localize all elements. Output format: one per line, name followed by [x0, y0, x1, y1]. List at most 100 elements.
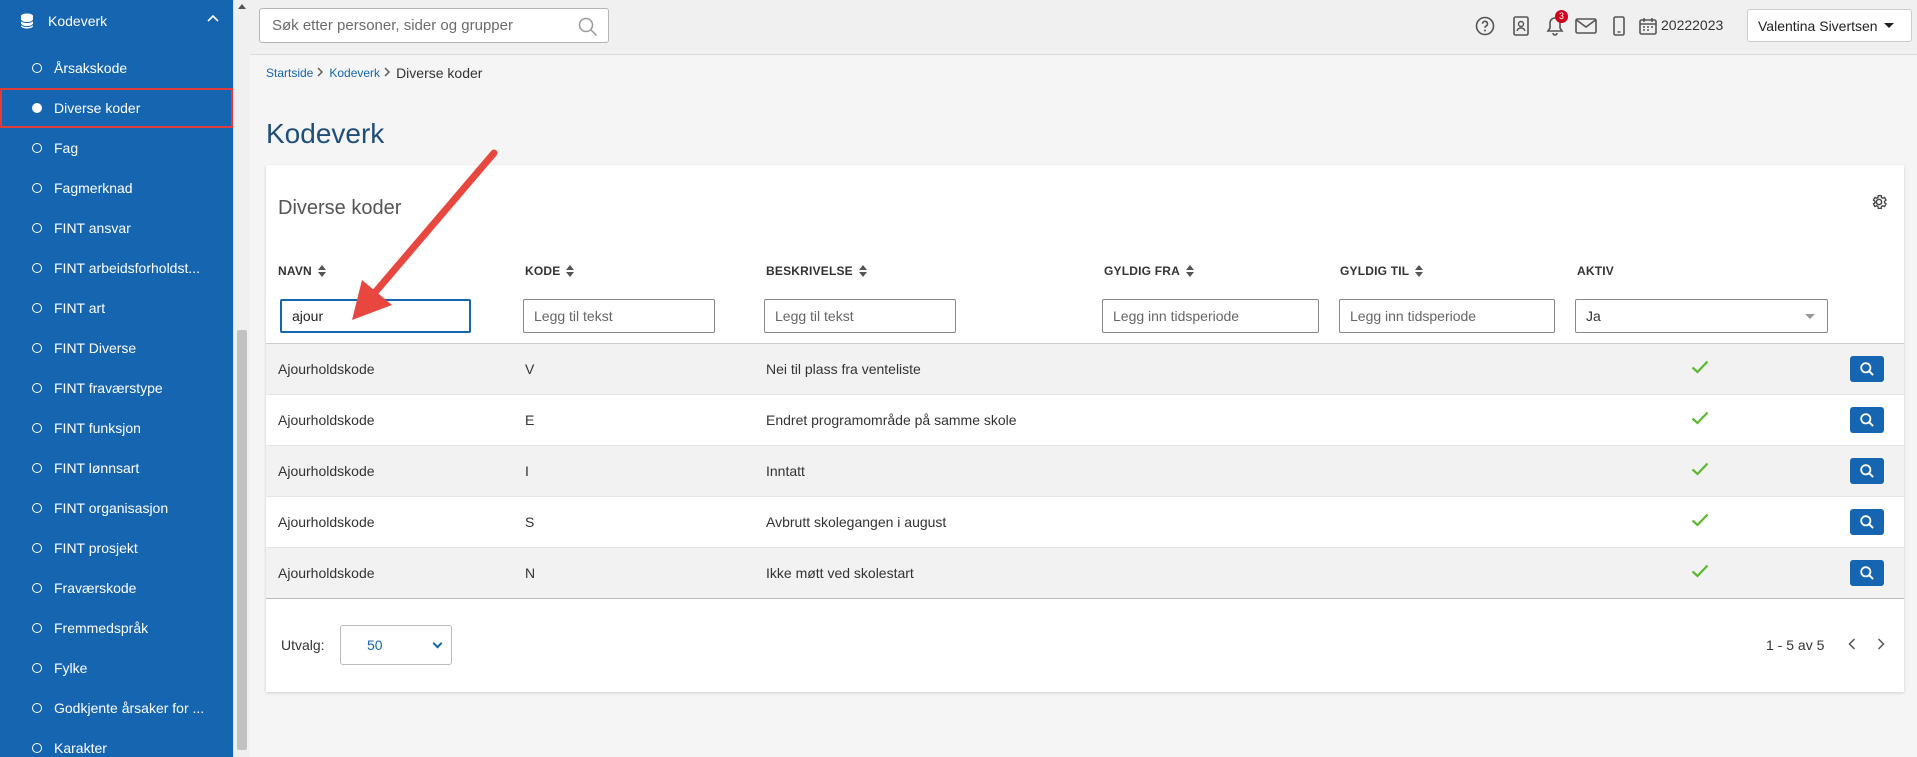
column-header-gyldig-til[interactable]: GYLDIG TIL [1340, 264, 1424, 278]
bullet-icon [32, 423, 42, 433]
sort-icon[interactable] [1186, 265, 1194, 277]
bullet-icon [32, 103, 42, 113]
view-button[interactable] [1850, 458, 1884, 484]
sidebar-item[interactable]: Fagmerknad [0, 168, 233, 208]
search-input[interactable] [272, 17, 562, 34]
view-button[interactable] [1850, 509, 1884, 535]
sidebar-item[interactable]: Karakter [0, 728, 233, 757]
sidebar-item[interactable]: Godkjente årsaker for ... [0, 688, 233, 728]
mail-icon[interactable] [1574, 14, 1598, 38]
filter-aktiv-select[interactable]: Ja [1575, 299, 1828, 333]
utvalg-label: Utvalg: [281, 637, 325, 653]
caret-down-icon [1883, 23, 1894, 28]
sidebar-item[interactable]: FINT lønnsart [0, 448, 233, 488]
page-size-select[interactable]: 50 [340, 625, 452, 665]
pager-next-button[interactable] [1872, 635, 1890, 653]
mobile-icon[interactable] [1607, 14, 1631, 38]
cell-navn: Ajourholdskode [278, 412, 375, 428]
bullet-icon [32, 183, 42, 193]
sidebar-item[interactable]: Fylke [0, 648, 233, 688]
column-header-kode[interactable]: KODE [525, 264, 575, 278]
sort-icon[interactable] [1415, 265, 1424, 277]
column-header-gyldig-fra[interactable]: GYLDIG FRA [1104, 264, 1194, 278]
check-icon [1691, 513, 1709, 527]
sort-icon[interactable] [858, 265, 867, 277]
view-button[interactable] [1850, 407, 1884, 433]
cell-navn: Ajourholdskode [278, 463, 375, 479]
calendar-icon[interactable] [1636, 14, 1660, 38]
sidebar-item[interactable]: FINT fraværstype [0, 368, 233, 408]
topbar: 3 20222023 Valentina Sivertsen [250, 0, 1917, 55]
sidebar-item-label: FINT ansvar [54, 220, 131, 236]
view-button[interactable] [1850, 560, 1884, 586]
sidebar-item[interactable]: FINT arbeidsforholdst... [0, 248, 233, 288]
filter-gyldig-fra[interactable] [1102, 299, 1319, 333]
gear-icon[interactable] [1870, 193, 1888, 211]
table-row[interactable]: Ajourholdskode S Avbrutt skolegangen i aug… [266, 497, 1904, 548]
sidebar-item[interactable]: FINT organisasjon [0, 488, 233, 528]
breadcrumb-kodeverk[interactable]: Kodeverk [329, 66, 380, 80]
chevron-right-icon [384, 66, 391, 80]
database-icon [20, 13, 34, 29]
breadcrumb-current: Diverse koder [396, 65, 483, 81]
search-icon [1860, 362, 1874, 376]
bullet-icon [32, 703, 42, 713]
sidebar-item[interactable]: Fraværskode [0, 568, 233, 608]
filter-kode-input[interactable] [534, 308, 714, 324]
table-row[interactable]: Ajourholdskode E Endret programområde på s… [266, 395, 1904, 446]
global-search[interactable] [259, 8, 609, 43]
school-year[interactable]: 20222023 [1661, 17, 1723, 33]
sidebar-item-label: FINT fraværstype [54, 380, 163, 396]
sidebar-item[interactable]: FINT art [0, 288, 233, 328]
search-icon[interactable] [578, 17, 598, 37]
sidebar-item-label: FINT arbeidsforholdst... [54, 260, 201, 276]
check-icon [1691, 564, 1709, 578]
sidebar-scrollbar[interactable] [233, 0, 250, 757]
grid-divider [266, 598, 1904, 599]
column-header-beskrivelse[interactable]: BESKRIVELSE [766, 264, 867, 278]
sidebar-item[interactable]: Diverse koder [0, 88, 233, 128]
filter-beskrivelse[interactable] [764, 299, 956, 333]
sidebar-section-header[interactable]: Kodeverk [0, 0, 233, 42]
filter-navn-input[interactable] [292, 308, 469, 324]
filter-gyldig-til[interactable] [1339, 299, 1555, 333]
cell-beskrivelse: Avbrutt skolegangen i august [766, 514, 947, 530]
pager-prev-button[interactable] [1843, 635, 1861, 653]
sidebar-item[interactable]: FINT Diverse [0, 328, 233, 368]
sort-icon[interactable] [317, 265, 326, 277]
filter-beskrivelse-input[interactable] [775, 308, 955, 324]
sidebar-item[interactable]: FINT funksjon [0, 408, 233, 448]
scrollbar-thumb[interactable] [237, 330, 247, 750]
filter-gyldig-til-input[interactable] [1350, 308, 1554, 324]
table-row[interactable]: Ajourholdskode V Nei til plass fra venteli… [266, 344, 1904, 395]
bullet-icon [32, 463, 42, 473]
user-menu-button[interactable]: Valentina Sivertsen [1747, 9, 1912, 42]
filter-navn[interactable] [280, 299, 471, 333]
sidebar-item[interactable]: Fremmedspråk [0, 608, 233, 648]
filter-gyldig-fra-input[interactable] [1113, 308, 1318, 324]
view-button[interactable] [1850, 356, 1884, 382]
table-row[interactable]: Ajourholdskode I Inntatt [266, 446, 1904, 497]
sort-icon[interactable] [566, 265, 575, 277]
breadcrumb-startside[interactable]: Startside [266, 66, 313, 80]
contacts-icon[interactable] [1509, 14, 1533, 38]
sidebar-item[interactable]: Fag [0, 128, 233, 168]
sidebar-item[interactable]: FINT prosjekt [0, 528, 233, 568]
table-row[interactable]: Ajourholdskode N Ikke møtt ved skolestart [266, 548, 1904, 599]
sidebar-item[interactable]: FINT ansvar [0, 208, 233, 248]
bullet-icon [32, 583, 42, 593]
bullet-icon [32, 263, 42, 273]
filter-kode[interactable] [523, 299, 715, 333]
sidebar-item[interactable]: Årsakskode [0, 48, 233, 88]
help-icon[interactable] [1473, 14, 1497, 38]
sidebar-item-label: Fagmerknad [54, 180, 133, 196]
scroll-up-icon[interactable] [238, 4, 246, 9]
bullet-icon [32, 543, 42, 553]
user-name: Valentina Sivertsen [1758, 17, 1878, 34]
search-icon [1860, 566, 1874, 580]
column-header-navn[interactable]: NAVN [278, 264, 326, 278]
column-label: AKTIV [1577, 264, 1614, 278]
column-header-aktiv: AKTIV [1577, 264, 1614, 278]
chevron-up-icon[interactable] [207, 14, 219, 22]
column-label: GYLDIG TIL [1340, 264, 1410, 278]
